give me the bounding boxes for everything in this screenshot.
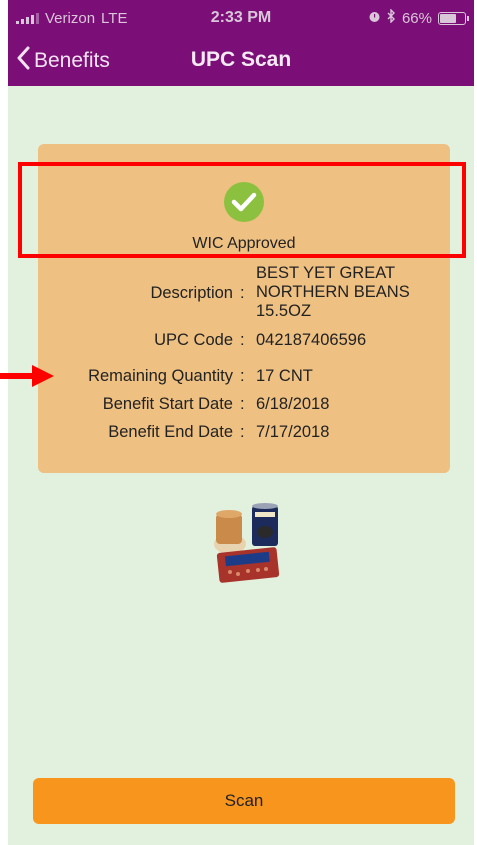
phone-screen: Verizon LTE 2:33 PM 66% Benefits UPC Sca… — [8, 0, 474, 845]
benefit-start-value: 6/18/2018 — [256, 395, 330, 413]
upc-code-value: 042187406596 — [256, 331, 367, 349]
upc-code-label: UPC Code — [154, 331, 233, 349]
remaining-quantity-label: Remaining Quantity — [88, 367, 233, 385]
benefit-end-value: 7/17/2018 — [256, 423, 330, 441]
nav-bar: Benefits UPC Scan — [8, 38, 474, 86]
scan-button[interactable]: Scan — [33, 778, 455, 824]
annotation-arrow-icon — [0, 365, 56, 392]
remaining-quantity-value: 17 CNT — [256, 367, 313, 385]
description-colon: : — [240, 284, 245, 302]
bluetooth-icon — [387, 8, 396, 27]
remaining-quantity-colon: : — [240, 367, 245, 385]
benefit-end-colon: : — [240, 423, 245, 441]
battery-icon — [438, 11, 469, 25]
beans-product-image — [208, 500, 288, 588]
alarm-icon — [368, 10, 381, 27]
description-value: BEST YET GREAT NORTHERN BEANS 15.5OZ — [256, 264, 410, 320]
benefit-start-label: Benefit Start Date — [102, 395, 233, 413]
upc-code-colon: : — [240, 331, 245, 349]
battery-percent: 66% — [401, 9, 432, 27]
status-right: 66% — [368, 8, 469, 27]
benefit-end-label: Benefit End Date — [108, 423, 233, 441]
annotation-highlight-box — [18, 162, 466, 258]
status-bar: Verizon LTE 2:33 PM 66% — [8, 0, 474, 38]
page-title: UPC Scan — [190, 48, 292, 71]
description-label: Description — [150, 284, 233, 302]
benefit-start-colon: : — [240, 395, 245, 413]
